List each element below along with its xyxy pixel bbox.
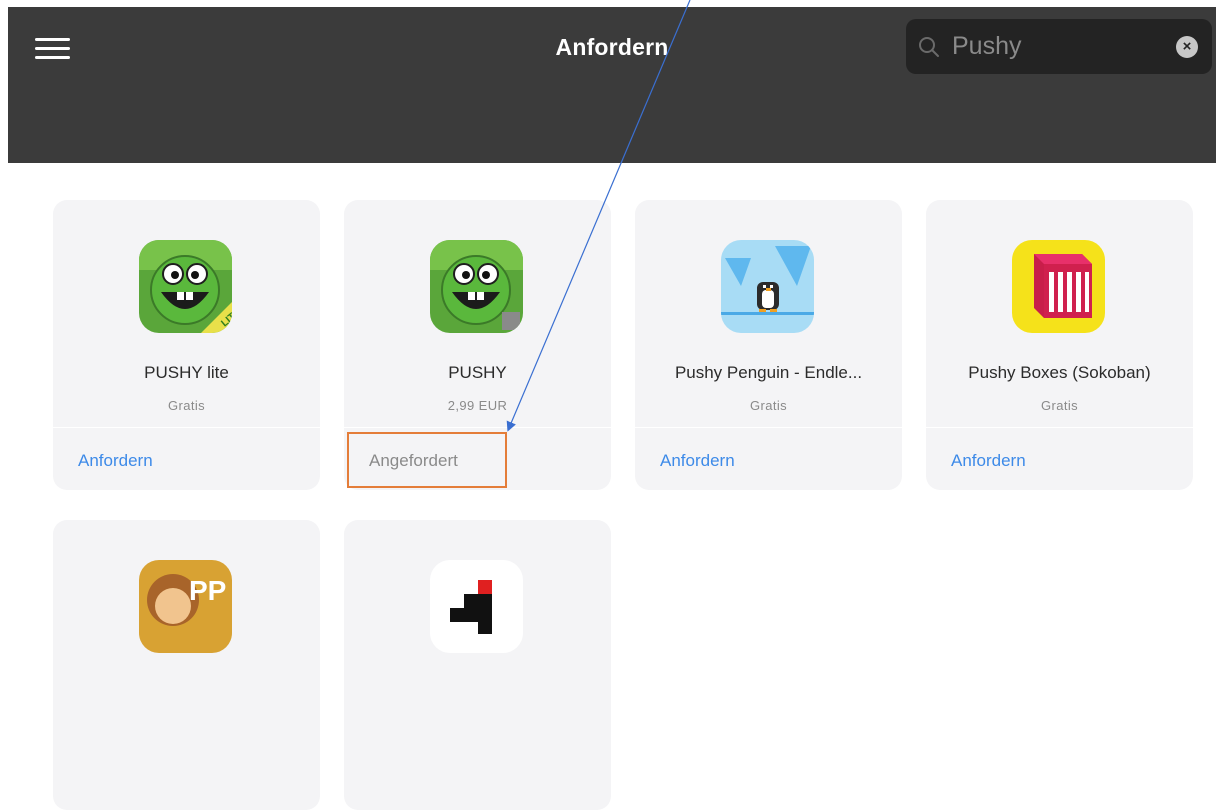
annotation-arrow-icon [506,0,691,432]
